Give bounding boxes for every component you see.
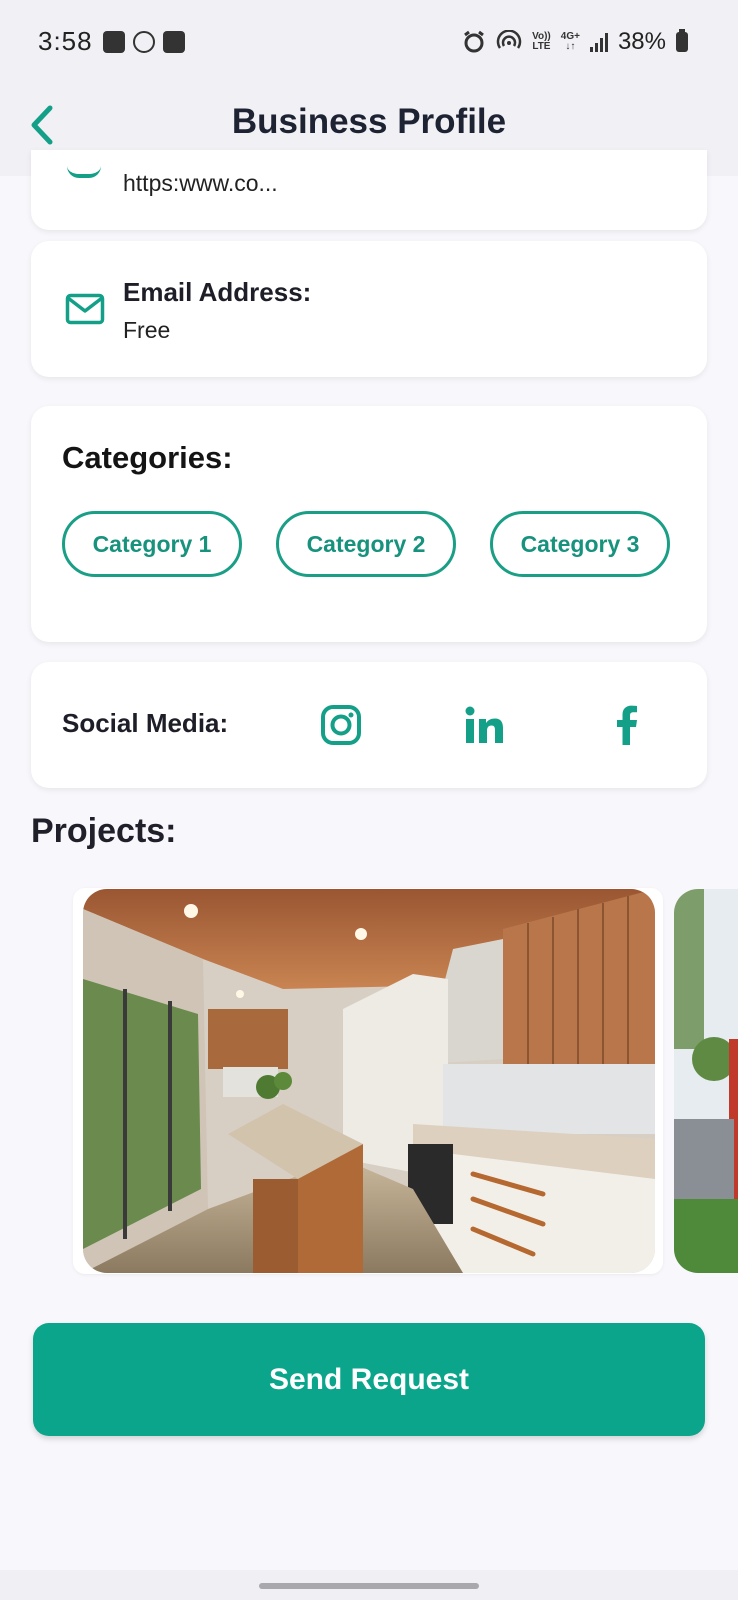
home-indicator[interactable]: [259, 1583, 479, 1589]
instagram-button[interactable]: [316, 700, 366, 750]
social-media-label: Social Media:: [62, 708, 229, 738]
mail-icon: [65, 293, 105, 325]
project-image-2[interactable]: [674, 889, 738, 1273]
data-arrows-text: ↓↑: [565, 41, 576, 52]
send-request-button[interactable]: Send Request: [33, 1323, 705, 1436]
battery-percent: 38%: [617, 28, 666, 55]
system-icons: Vo)) LTE 4G+ ↓↑ 38%: [462, 28, 688, 56]
status-time: 3:58: [38, 26, 93, 56]
project-image-1[interactable]: [83, 889, 655, 1273]
email-card: Email Address: Free: [31, 241, 707, 377]
signal-icon: [589, 32, 608, 52]
linkedin-button[interactable]: [459, 700, 509, 750]
category-chip-1[interactable]: Category 1: [62, 511, 242, 577]
house-photo: [674, 889, 738, 1273]
status-bar: 3:58 Vo)) LTE 4G+ ↓↑ 38%: [0, 0, 738, 84]
whatsapp-icon: [133, 31, 155, 53]
battery-icon: [676, 29, 688, 52]
categories-title: Categories:: [62, 440, 233, 475]
volte-indicator: Vo)) LTE: [532, 32, 551, 52]
checkbox-icon: [163, 31, 185, 53]
facebook-icon: [617, 705, 637, 745]
projects-title: Projects:: [31, 812, 177, 850]
kitchen-photo: [83, 889, 655, 1273]
notification-icons: [103, 31, 185, 53]
alarm-icon: [464, 30, 484, 53]
category-chip-3[interactable]: Category 3: [490, 511, 670, 577]
email-label: Email Address:: [123, 277, 312, 307]
linkedin-icon: [465, 706, 503, 743]
social-media-card: Social Media:: [31, 662, 707, 788]
data-indicator: 4G+ ↓↑: [561, 32, 580, 52]
facebook-button[interactable]: [602, 700, 652, 750]
website-value[interactable]: https:www.co...: [123, 170, 278, 197]
lte-text: LTE: [532, 41, 551, 52]
hotspot-icon: [496, 30, 522, 49]
email-value[interactable]: Free: [123, 317, 170, 344]
globe-icon: [67, 166, 101, 178]
website-card: https:www.co...: [31, 150, 707, 230]
gallery-icon: [103, 31, 125, 53]
instagram-icon: [321, 705, 361, 745]
categories-card: Categories: Category 1 Category 2 Catego…: [31, 406, 707, 642]
page-title: Business Profile: [231, 102, 507, 141]
category-chip-2[interactable]: Category 2: [276, 511, 456, 577]
